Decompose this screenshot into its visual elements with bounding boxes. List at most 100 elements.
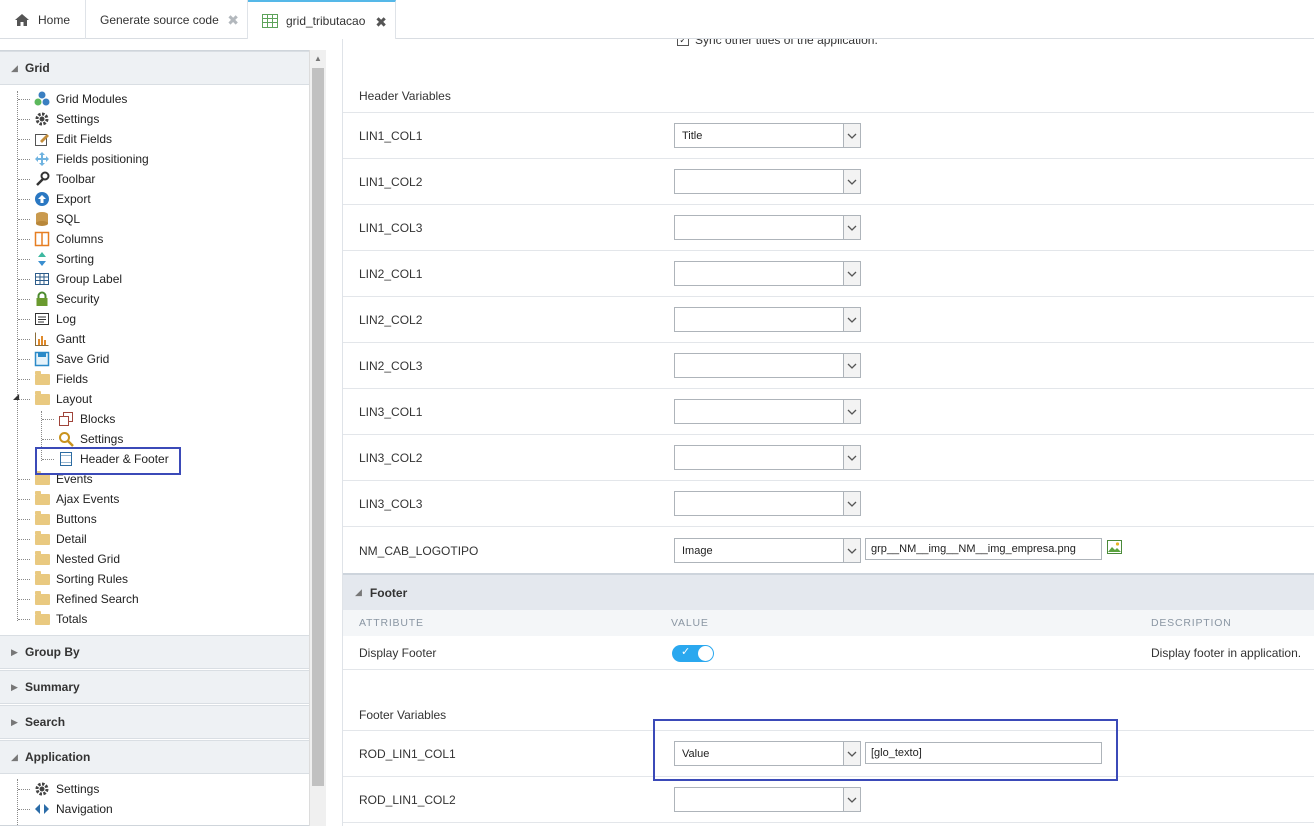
sidebar-item-app-settings[interactable]: Settings (34, 779, 99, 799)
sync-titles-option[interactable]: ✓ Sync other titles of the application. (677, 39, 878, 47)
sidebar-item-label: Sorting (56, 252, 95, 266)
sidebar-item-detail[interactable]: Detail (34, 529, 87, 549)
tab-grid-tributacao[interactable]: grid_tributacao ✖ (248, 0, 396, 39)
chevron-down-icon[interactable] (843, 308, 860, 331)
tab-label: grid_tributacao (286, 13, 366, 28)
section-search[interactable]: ▶ Search (0, 705, 309, 739)
scroll-thumb[interactable] (312, 68, 324, 786)
sync-checkbox[interactable]: ✓ (677, 39, 689, 46)
sidebar-item-save-grid[interactable]: Save Grid (34, 349, 109, 369)
gear-icon (34, 781, 50, 797)
variable-select[interactable] (674, 169, 861, 194)
expand-arrow-icon: ▶ (11, 646, 18, 657)
sort-arrows-icon (34, 251, 50, 267)
sidebar-item-label: Group Label (56, 272, 123, 286)
section-summary[interactable]: ▶ Summary (0, 670, 309, 704)
sidebar-item-toolbar[interactable]: Toolbar (34, 169, 95, 189)
variable-select[interactable] (674, 491, 861, 516)
variable-select[interactable] (674, 399, 861, 424)
header-variable-row: LIN3_COL2 (343, 435, 1314, 481)
tab-generate-source-code[interactable]: Generate source code ✖ (86, 0, 248, 39)
variable-label: LIN2_COL1 (359, 267, 423, 281)
chevron-down-icon[interactable] (843, 216, 860, 239)
sidebar-item-log[interactable]: Log (34, 309, 76, 329)
export-icon (34, 191, 50, 207)
variable-select[interactable] (674, 215, 861, 240)
chevron-down-icon[interactable] (843, 170, 860, 193)
sidebar-item-sql[interactable]: SQL (34, 209, 80, 229)
folder-icon (34, 510, 50, 527)
modules-icon (34, 91, 50, 107)
logo-path-input[interactable]: grp__NM__img__NM__img_empresa.png (865, 538, 1102, 560)
chevron-down-icon[interactable] (843, 446, 860, 469)
section-application[interactable]: ◢ Application (0, 740, 309, 774)
variable-label: LIN1_COL3 (359, 221, 423, 235)
variable-select[interactable] (674, 307, 861, 332)
variable-select[interactable] (674, 261, 861, 286)
section-group-by[interactable]: ▶ Group By (0, 635, 309, 669)
sidebar-item-buttons[interactable]: Buttons (34, 509, 97, 529)
sidebar-item-grid-modules[interactable]: Grid Modules (34, 89, 127, 109)
close-icon[interactable]: ✖ (227, 12, 239, 29)
sidebar-item-export[interactable]: Export (34, 189, 91, 209)
chevron-down-icon[interactable] (843, 262, 860, 285)
column-header: VALUE (671, 617, 709, 629)
footer-section-header[interactable]: ◢ Footer (343, 573, 1314, 610)
variable-label: LIN2_COL3 (359, 359, 423, 373)
columns-icon (34, 231, 50, 247)
close-icon[interactable]: ✖ (375, 14, 387, 31)
lock-icon (34, 291, 50, 307)
folder-icon (34, 570, 50, 587)
variable-select[interactable] (674, 445, 861, 470)
sidebar-item-layout-settings[interactable]: Settings (58, 429, 123, 449)
chevron-down-icon[interactable] (843, 124, 860, 147)
sidebar-item-sorting[interactable]: Sorting (34, 249, 94, 269)
scroll-up-arrow-icon[interactable]: ▲ (310, 50, 326, 66)
variable-label: LIN3_COL2 (359, 451, 423, 465)
folder-icon (34, 610, 50, 627)
sidebar-item-refined-search[interactable]: Refined Search (34, 589, 139, 609)
expand-arrow-icon: ▶ (11, 716, 18, 727)
tab-home[interactable]: Home (0, 0, 86, 39)
sidebar-item-layout[interactable]: Layout (34, 389, 92, 409)
folder-icon (34, 530, 50, 547)
sidebar-item-nested-grid[interactable]: Nested Grid (34, 549, 120, 569)
sidebar-item-navigation[interactable]: Navigation (34, 799, 113, 819)
chevron-down-icon[interactable] (843, 788, 860, 811)
logo-type-select[interactable]: Image (674, 538, 861, 563)
sidebar-item-security[interactable]: Security (34, 289, 99, 309)
sidebar-item-edit-fields[interactable]: Edit Fields (34, 129, 112, 149)
variable-label: ROD_LIN1_COL1 (359, 747, 456, 761)
sidebar-item-columns[interactable]: Columns (34, 229, 103, 249)
header-variables-title: Header Variables (359, 89, 451, 103)
chevron-down-icon[interactable] (843, 354, 860, 377)
sidebar-item-label: Blocks (80, 412, 116, 426)
sidebar-item-fields[interactable]: Fields (34, 369, 88, 389)
sidebar-item-sorting-rules[interactable]: Sorting Rules (34, 569, 128, 589)
sidebar-item-totals[interactable]: Totals (34, 609, 87, 629)
display-footer-toggle[interactable]: ✓ (672, 645, 714, 662)
sidebar-item-gantt[interactable]: Gantt (34, 329, 85, 349)
input-value: grp__NM__img__NM__img_empresa.png (871, 543, 1076, 555)
sidebar-item-settings[interactable]: Settings (34, 109, 99, 129)
gear-icon (34, 111, 50, 127)
sidebar-item-blocks[interactable]: Blocks (58, 409, 115, 429)
select-value: Title (682, 129, 703, 142)
variable-select[interactable] (674, 353, 861, 378)
variable-select[interactable]: Title (674, 123, 861, 148)
sidebar-item-label: Columns (56, 232, 104, 246)
image-picker-icon[interactable] (1107, 540, 1122, 554)
collapse-arrow-icon: ◢ (11, 751, 18, 762)
sidebar-item-group-label[interactable]: Group Label (34, 269, 122, 289)
sidebar-scrollbar[interactable]: ▲ (309, 50, 326, 826)
expand-arrow-icon[interactable]: ◢ (13, 392, 19, 401)
sidebar-item-label: Fields (56, 372, 89, 386)
chevron-down-icon[interactable] (843, 539, 860, 562)
variable-select[interactable] (674, 787, 861, 812)
chevron-down-icon[interactable] (843, 492, 860, 515)
sidebar-item-fields-positioning[interactable]: Fields positioning (34, 149, 149, 169)
chevron-down-icon[interactable] (843, 400, 860, 423)
sidebar-item-ajax-events[interactable]: Ajax Events (34, 489, 119, 509)
footer-column-headers: ATTRIBUTE VALUE DESCRIPTION (343, 610, 1314, 636)
variable-label: LIN3_COL1 (359, 405, 423, 419)
